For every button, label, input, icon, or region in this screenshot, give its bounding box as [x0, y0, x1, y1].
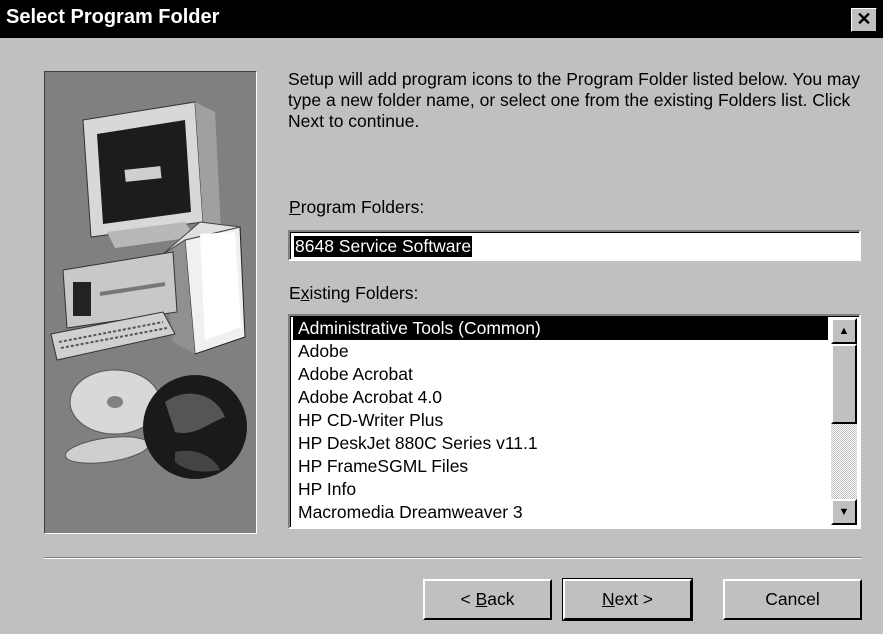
- list-item[interactable]: Administrative Tools (Common): [293, 317, 828, 340]
- setup-dialog: Select Program Folder ✕ Setup will add p…: [0, 0, 883, 634]
- program-folder-input[interactable]: 8648 Service Software: [288, 230, 861, 261]
- list-item[interactable]: HP CD-Writer Plus: [293, 409, 828, 432]
- back-button-prefix: <: [460, 589, 476, 609]
- existing-folders-label-text: isting Folders:: [309, 283, 419, 303]
- back-button-label: ack: [487, 589, 515, 609]
- existing-folders-list[interactable]: Administrative Tools (Common) Adobe Adob…: [288, 314, 861, 529]
- next-button-mnemonic: N: [601, 589, 615, 609]
- back-button[interactable]: < Back: [423, 579, 552, 620]
- back-button-mnemonic: B: [475, 589, 488, 609]
- scrollbar-thumb[interactable]: [831, 344, 857, 424]
- existing-folders-label: Existing Folders:: [289, 283, 418, 304]
- program-folders-label-text: rogram Folders:: [300, 197, 425, 217]
- list-item[interactable]: Adobe Acrobat 4.0: [293, 386, 828, 409]
- vertical-scrollbar[interactable]: ▲ ▼: [831, 318, 857, 525]
- next-button[interactable]: Next >: [562, 578, 693, 621]
- list-item[interactable]: Adobe Acrobat: [293, 363, 828, 386]
- list-item[interactable]: HP Info: [293, 478, 828, 501]
- program-folders-mnemonic: P: [289, 197, 301, 217]
- existing-folders-label-pre: E: [289, 283, 301, 303]
- list-item[interactable]: Macromedia Dreamweaver 3: [293, 501, 828, 524]
- window-title: Select Program Folder: [6, 6, 220, 28]
- title-bar[interactable]: Select Program Folder ✕: [0, 0, 883, 38]
- cancel-button[interactable]: Cancel: [723, 579, 862, 620]
- scroll-down-icon[interactable]: ▼: [831, 499, 857, 525]
- instructions-text: Setup will add program icons to the Prog…: [288, 69, 860, 131]
- program-folders-label: Program Folders:: [289, 197, 424, 218]
- setup-illustration: [44, 71, 257, 534]
- close-button[interactable]: ✕: [851, 8, 877, 32]
- list-item[interactable]: Adobe: [293, 340, 828, 363]
- list-item[interactable]: HP DeskJet 880C Series v11.1: [293, 432, 828, 455]
- program-folder-value: 8648 Service Software: [294, 236, 473, 257]
- next-button-label: ext >: [614, 589, 654, 609]
- computer-and-disc-icon: [50, 101, 247, 479]
- button-separator: [44, 557, 862, 559]
- scroll-up-icon[interactable]: ▲: [831, 318, 857, 344]
- list-item[interactable]: HP FrameSGML Files: [293, 455, 828, 478]
